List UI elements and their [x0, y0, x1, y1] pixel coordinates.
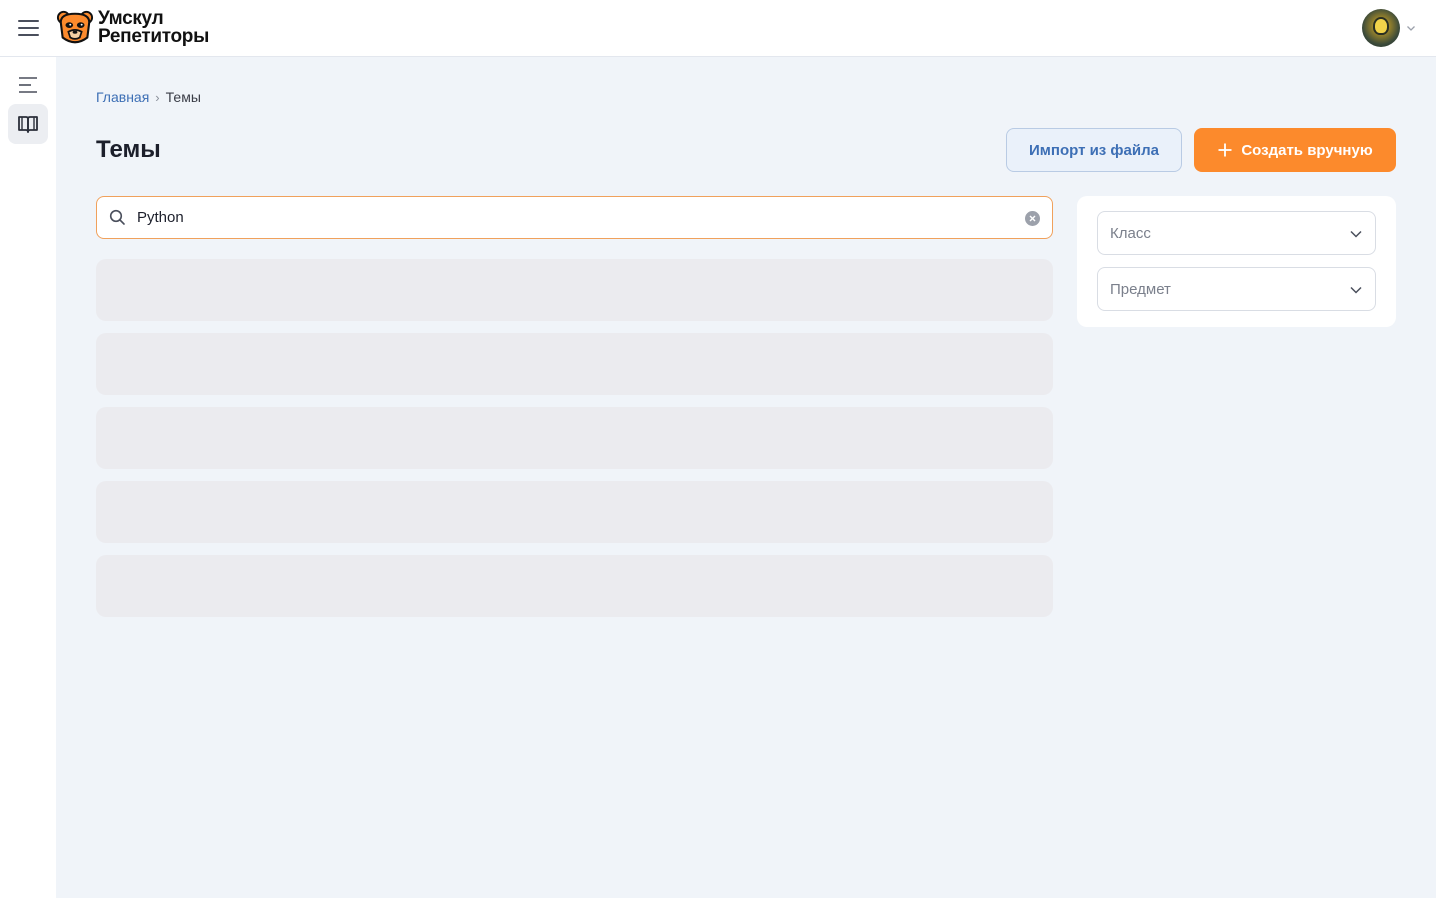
book-open-icon	[18, 116, 38, 133]
breadcrumb-separator: ›	[155, 89, 160, 105]
search-box	[96, 196, 1053, 239]
loading-skeleton-row	[96, 259, 1053, 321]
filters-panel: Класс Предмет	[1077, 196, 1396, 327]
loading-skeleton-row	[96, 555, 1053, 617]
loading-skeleton-row	[96, 407, 1053, 469]
subject-select[interactable]: Предмет	[1097, 267, 1376, 311]
chevron-down-icon	[1350, 286, 1362, 294]
create-button-label: Создать вручную	[1241, 141, 1373, 159]
user-menu[interactable]	[1362, 9, 1416, 47]
import-button-label: Импорт из файла	[1029, 141, 1159, 159]
hamburger-icon-line	[18, 20, 39, 22]
subject-select-placeholder: Предмет	[1110, 280, 1171, 298]
import-from-file-button[interactable]: Импорт из файла	[1006, 128, 1182, 172]
avatar[interactable]	[1362, 9, 1400, 47]
list-collapse-icon	[19, 77, 37, 93]
side-rail	[0, 57, 56, 898]
hamburger-menu-button[interactable]	[18, 17, 42, 39]
clear-icon	[1029, 215, 1036, 222]
rail-item-topics[interactable]	[8, 104, 48, 144]
bear-logo-icon	[56, 10, 94, 44]
breadcrumb-home-link[interactable]: Главная	[96, 89, 149, 105]
hamburger-icon-line	[18, 27, 39, 29]
logo-line-2: Репетиторы	[98, 26, 210, 47]
chevron-down-icon	[1407, 26, 1415, 31]
grade-select-placeholder: Класс	[1110, 224, 1151, 242]
loading-skeleton-row	[96, 481, 1053, 543]
create-manually-button[interactable]: Создать вручную	[1194, 128, 1396, 172]
search-input[interactable]	[137, 197, 1017, 238]
breadcrumb: Главная › Темы	[96, 89, 201, 105]
rail-collapse-button[interactable]	[8, 65, 48, 105]
hamburger-icon-line	[18, 34, 39, 36]
clear-search-button[interactable]	[1025, 211, 1040, 226]
logo-text: Умскул Репетиторы	[98, 9, 210, 47]
search-icon	[109, 209, 125, 225]
plus-icon	[1218, 143, 1232, 157]
grade-select[interactable]: Класс	[1097, 211, 1376, 255]
top-bar: Умскул Репетиторы	[0, 0, 1436, 57]
loading-skeleton-row	[96, 333, 1053, 395]
logo[interactable]: Умскул Репетиторы	[56, 9, 209, 47]
chevron-down-icon	[1350, 230, 1362, 238]
breadcrumb-current: Темы	[165, 89, 201, 105]
page-title: Темы	[96, 136, 161, 163]
